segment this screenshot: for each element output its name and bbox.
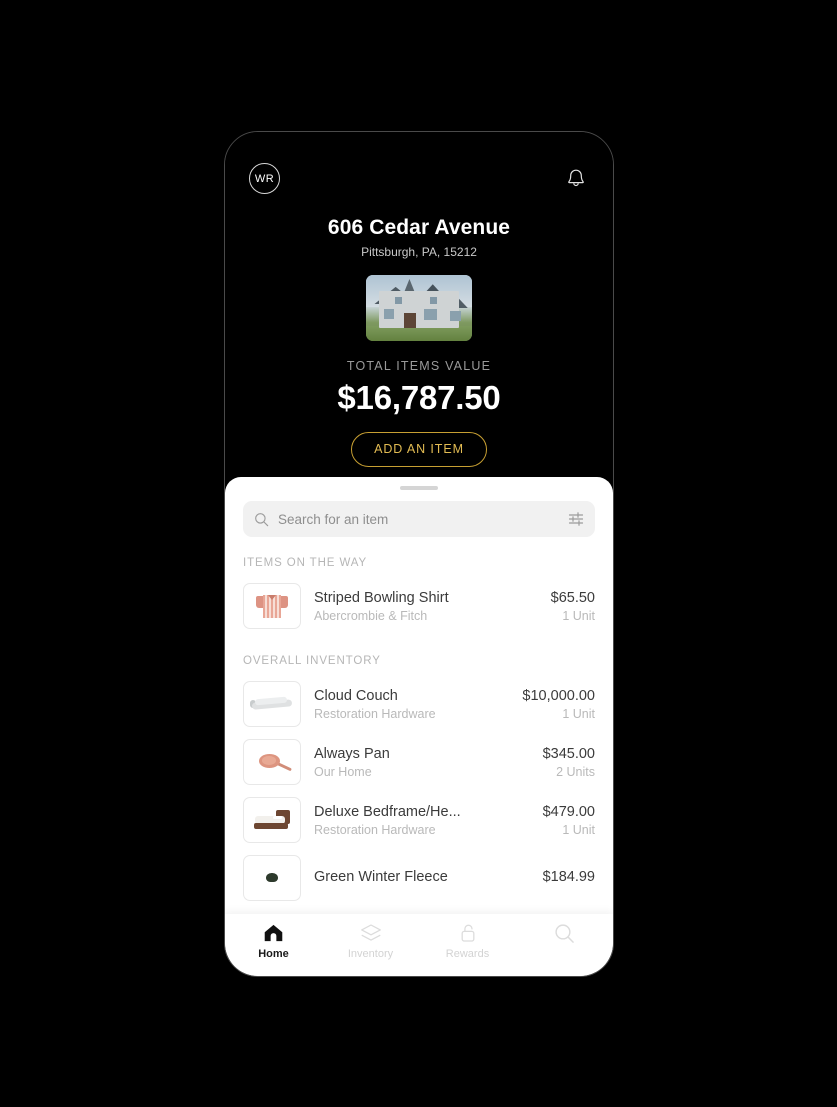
tab-search[interactable] [516,923,613,949]
item-units: 1 Unit [562,822,595,837]
list-item[interactable]: Deluxe Bedframe/He... Restoration Hardwa… [225,791,613,849]
item-price: $345.00 [542,745,595,762]
tab-label: Inventory [347,948,394,960]
list-item[interactable]: Green Winter Fleece $184.99 [225,849,613,907]
item-price: $65.50 [550,589,595,606]
bottom-tab-bar: Home Inventory Rewards [225,914,613,976]
item-name: Deluxe Bedframe/He... [314,803,461,820]
content-sheet: ITEMS ON THE WAY Striped Bowling Shirt A… [225,477,613,976]
home-icon [264,924,283,942]
property-title: 606 Cedar Avenue [327,216,511,239]
tab-home[interactable]: Home [225,923,322,960]
section-heading-overall-inventory: OVERALL INVENTORY [243,655,381,667]
search-input[interactable] [278,511,559,527]
property-address: Pittsburgh, PA, 15212 [361,245,477,259]
pan-thumbnail [243,739,301,785]
bell-icon [568,169,584,186]
hero-section: WR 606 Cedar Avenue Pittsburgh, PA, 1521… [225,132,613,477]
item-price: $10,000.00 [522,687,595,704]
item-name: Always Pan [314,745,390,762]
item-name: Cloud Couch [314,687,398,704]
sheet-drag-handle[interactable] [400,486,438,490]
add-item-button[interactable]: ADD AN ITEM [351,432,487,467]
tab-label: Rewards [445,948,490,960]
list-item[interactable]: Cloud Couch Restoration Hardware $10,000… [225,675,613,733]
item-brand: Our Home [314,764,372,779]
couch-thumbnail [243,681,301,727]
layers-icon [360,924,381,941]
avatar[interactable]: WR [249,163,280,194]
tab-rewards[interactable]: Rewards [419,923,516,960]
item-price: $479.00 [542,803,595,820]
hero-topbar: WR [225,132,613,194]
avatar-initials: WR [254,172,275,185]
filter-sliders-icon[interactable] [568,511,584,527]
item-brand: Restoration Hardware [314,706,436,721]
total-value-label: TOTAL ITEMS VALUE [346,359,492,373]
shirt-thumbnail [243,583,301,629]
item-brand: Abercrombie & Fitch [314,608,428,623]
tab-label: Home [258,948,289,960]
total-value-amount: $16,787.50 [337,379,501,416]
item-units: 2 Units [556,764,595,779]
section-heading-on-the-way: ITEMS ON THE WAY [243,557,368,569]
item-units: 1 Unit [562,706,595,721]
fleece-thumbnail [243,855,301,901]
unlocked-padlock-icon [461,924,474,942]
notification-bell-button[interactable] [563,166,589,192]
list-item[interactable]: Striped Bowling Shirt Abercrombie & Fitc… [225,577,613,635]
item-name: Green Winter Fleece [314,868,448,885]
item-brand: Restoration Hardware [314,822,436,837]
list-item[interactable]: Always Pan Our Home $345.00 2 Units [225,733,613,791]
phone-frame: WR 606 Cedar Avenue Pittsburgh, PA, 1521… [224,131,614,977]
item-units: 1 Unit [562,608,595,623]
search-icon [255,512,269,526]
search-bar[interactable] [243,501,595,537]
tab-inventory[interactable]: Inventory [322,923,419,960]
search-icon [555,924,574,943]
house-photo[interactable] [366,275,472,341]
item-name: Striped Bowling Shirt [314,589,449,606]
bed-thumbnail [243,797,301,843]
item-price: $184.99 [542,868,595,885]
